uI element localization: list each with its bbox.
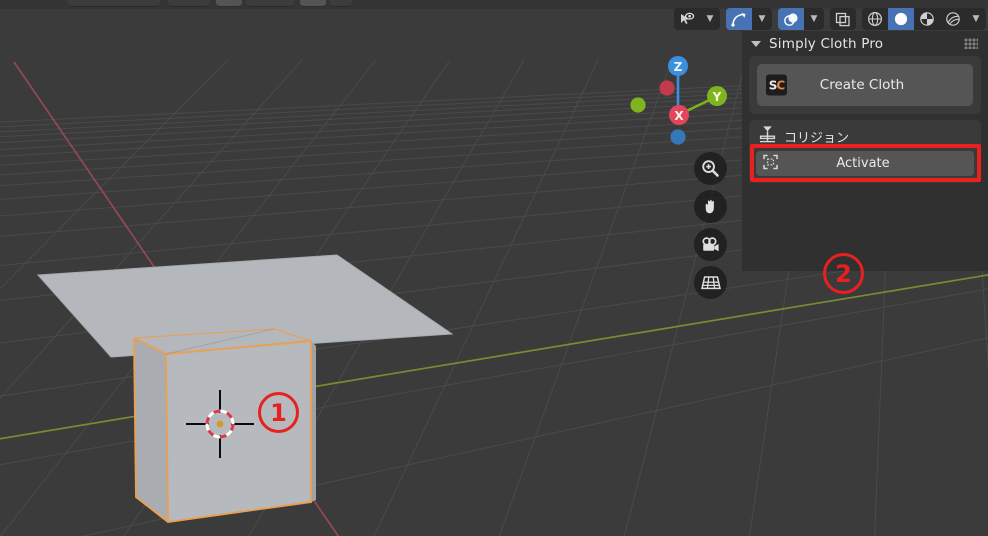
visibility-tool-group: ▼ [674,8,720,30]
header-chip[interactable] [246,0,294,7]
grip-dots-icon[interactable] [964,38,978,49]
hand-icon[interactable] [694,190,727,223]
chevron-down-icon[interactable]: ▼ [752,8,772,30]
object-cube-face-left [134,338,168,522]
gizmo-axis-neg-x [659,80,675,96]
viewport-header-tools: ▼ ▼ ▼ ▼ [674,7,988,31]
object-cube-face-front [166,341,311,522]
xray-icon[interactable] [830,8,856,30]
triangle-down-icon[interactable] [751,40,761,47]
header-chip[interactable] [68,0,160,7]
header-chip[interactable] [330,0,352,7]
activate-label: Activate [836,156,890,171]
header-chip[interactable] [216,0,242,7]
sc-icon-letter-s: S [768,78,778,92]
activate-highlight-wrapper: Activate [750,144,981,182]
header-chip[interactable] [168,0,210,7]
create-cloth-button[interactable]: SC Create Cloth [757,64,973,106]
gizmo-tool-group: ▼ [726,8,772,30]
create-cloth-box: SC Create Cloth [749,56,981,114]
side-panel-simply-cloth-pro: Simply Cloth Pro SC Create Cloth コリジョン A… [742,31,988,271]
gizmo-axis-neg-z [670,129,686,145]
chevron-down-icon[interactable]: ▼ [966,8,986,30]
sc-icon-letter-c: C [776,78,785,92]
annotation-1: 1 [258,392,299,433]
create-cloth-label: Create Cloth [819,77,905,93]
xray-tool-group [830,8,856,30]
zoom-icon[interactable] [694,152,727,185]
svg-text:X: X [674,109,684,123]
shading-solid-icon[interactable] [888,8,914,30]
annotation-2: 2 [823,253,864,294]
grid-icon[interactable] [694,266,727,299]
panel-title: Simply Cloth Pro [769,35,884,52]
shading-rendered-icon[interactable] [940,8,966,30]
chevron-down-icon[interactable]: ▼ [700,8,720,30]
sc-addon-icon: SC [766,74,787,96]
camera-icon[interactable] [694,228,727,261]
activate-button[interactable]: Activate [756,151,974,176]
svg-text:Y: Y [712,90,722,104]
object-visibility-icon[interactable] [674,8,700,30]
gizmo-icon[interactable] [726,8,752,30]
chevron-down-icon[interactable]: ▼ [804,8,824,30]
svg-text:Z: Z [674,60,683,74]
shading-wireframe-icon[interactable] [862,8,888,30]
gizmo-axis-neg-y [630,97,646,113]
shading-material-icon[interactable] [914,8,940,30]
viewport-nav-buttons [694,152,727,299]
overlays-icon[interactable] [778,8,804,30]
header-chip[interactable] [300,0,326,7]
shading-mode-group: ▼ [862,8,986,30]
panel-header[interactable]: Simply Cloth Pro [742,31,988,56]
overlays-tool-group: ▼ [778,8,824,30]
collision-box: コリジョン Activate [749,120,981,183]
collision-section-label: コリジョン [784,130,850,146]
select-box-icon [763,154,778,173]
navigation-gizmo[interactable]: Z Y X [622,46,734,164]
